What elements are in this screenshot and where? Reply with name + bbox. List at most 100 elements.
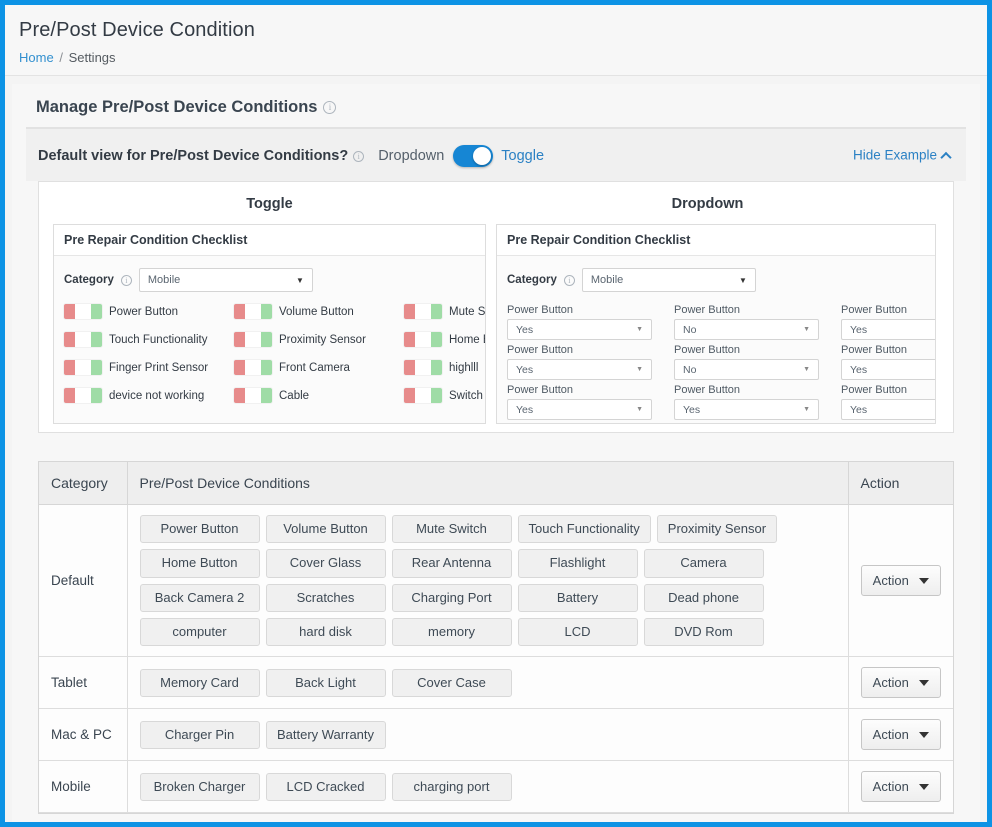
toggle-item-label: Front Camera bbox=[279, 361, 350, 374]
toggle-knob bbox=[245, 360, 261, 375]
condition-chip[interactable]: Volume Button bbox=[265, 515, 386, 544]
toggle-preview-card: Pre Repair Condition Checklist Category … bbox=[53, 224, 486, 424]
toggle-item-label: Cable bbox=[279, 389, 310, 402]
table-head: Category Pre/Post Device Conditions Acti… bbox=[39, 462, 953, 505]
condition-chip[interactable]: Back Light bbox=[265, 668, 386, 697]
dropdown-category-select[interactable]: Mobile ▼ bbox=[581, 268, 756, 292]
condition-chip[interactable]: Broken Charger bbox=[139, 772, 260, 801]
dropdown-field: Power Button Yes ▼ bbox=[507, 304, 652, 340]
toggle-item[interactable]: Front Camera bbox=[234, 360, 404, 375]
condition-chip[interactable]: Mute Switch bbox=[391, 515, 512, 544]
condition-toggle-switch[interactable] bbox=[234, 360, 272, 375]
dropdown-field: Power Button Yes ▼ bbox=[507, 384, 652, 420]
condition-chip[interactable]: Charger Pin bbox=[139, 720, 260, 749]
condition-chip[interactable]: Back Camera 2 bbox=[139, 583, 260, 612]
condition-toggle-switch[interactable] bbox=[234, 388, 272, 403]
action-dropdown-button[interactable]: Action bbox=[860, 667, 941, 699]
toggle-item[interactable]: Proximity Sensor bbox=[234, 332, 404, 347]
condition-chip[interactable]: LCD Cracked bbox=[265, 772, 386, 801]
toggle-knob bbox=[415, 332, 431, 347]
dropdown-field-select[interactable]: Yes▼ bbox=[841, 319, 935, 340]
condition-chip[interactable]: memory bbox=[391, 617, 512, 647]
toggle-category-select[interactable]: Mobile ▼ bbox=[138, 268, 313, 292]
toggle-item[interactable]: Touch Functionality bbox=[64, 332, 234, 347]
condition-toggle-switch[interactable] bbox=[404, 304, 442, 319]
dropdown-field-select[interactable]: Yes▼ bbox=[507, 359, 652, 380]
toggle-item[interactable]: highlll bbox=[404, 360, 485, 375]
condition-toggle-switch[interactable] bbox=[64, 360, 102, 375]
toggle-category-info-icon[interactable]: i bbox=[120, 274, 132, 286]
action-dropdown-button[interactable]: Action bbox=[860, 719, 941, 751]
dropdown-field-select[interactable]: No ▼ bbox=[674, 359, 819, 380]
condition-chip[interactable]: computer bbox=[139, 617, 260, 647]
condition-chip[interactable]: Proximity Sensor bbox=[656, 515, 778, 544]
condition-chip[interactable]: Charging Port bbox=[391, 583, 512, 612]
condition-chip[interactable]: Touch Functionality bbox=[517, 515, 651, 544]
default-view-info-icon[interactable]: i bbox=[353, 150, 365, 162]
condition-toggle-switch[interactable] bbox=[64, 304, 102, 319]
action-dropdown-button[interactable]: Action bbox=[860, 771, 941, 803]
action-button-label: Action bbox=[872, 573, 909, 589]
condition-chip[interactable]: Cover Case bbox=[391, 668, 512, 697]
default-view-label: Default view for Pre/Post Device Conditi… bbox=[38, 148, 349, 164]
condition-chip[interactable]: Scratches bbox=[265, 583, 386, 612]
column-header-conditions: Pre/Post Device Conditions bbox=[127, 462, 849, 505]
default-view-toggle-switch[interactable] bbox=[453, 145, 494, 167]
condition-chip[interactable]: Cover Glass bbox=[265, 549, 386, 578]
manage-conditions-card: Manage Pre/Post Device Conditions i Defa… bbox=[12, 84, 980, 822]
toggle-item[interactable]: Power Button bbox=[64, 304, 234, 319]
condition-chip[interactable]: Flashlight bbox=[517, 549, 638, 578]
condition-chip[interactable]: Memory Card bbox=[139, 668, 260, 697]
condition-chip[interactable]: Dead phone bbox=[643, 583, 764, 612]
dropdown-field-select[interactable]: Yes▼ bbox=[507, 319, 652, 340]
condition-chip[interactable]: hard disk bbox=[265, 617, 386, 647]
dropdown-field-select[interactable]: Yes▼ bbox=[674, 399, 819, 420]
toggle-on-segment bbox=[261, 388, 272, 403]
toggle-item[interactable]: Cable bbox=[234, 388, 404, 403]
condition-toggle-switch[interactable] bbox=[404, 332, 442, 347]
chevron-up-icon bbox=[940, 151, 952, 163]
condition-toggle-switch[interactable] bbox=[404, 388, 442, 403]
info-icon[interactable]: i bbox=[323, 101, 337, 114]
action-dropdown-button[interactable]: Action bbox=[860, 565, 941, 597]
dropdown-field-select[interactable]: Yes▼ bbox=[841, 399, 935, 420]
condition-toggle-switch[interactable] bbox=[234, 304, 272, 319]
condition-chip[interactable]: charging port bbox=[391, 772, 512, 801]
toggle-item[interactable]: device not working bbox=[64, 388, 234, 403]
condition-chip[interactable]: Home Button bbox=[139, 549, 260, 578]
dropdown-category-value: Mobile bbox=[590, 274, 624, 286]
cell-conditions: Charger Pin Battery Warranty bbox=[127, 708, 849, 762]
condition-chip[interactable]: Camera bbox=[643, 549, 764, 578]
toggle-item[interactable]: Volume Button bbox=[234, 304, 404, 319]
breadcrumb-home-link[interactable]: Home bbox=[19, 50, 54, 65]
condition-toggle-switch[interactable] bbox=[404, 360, 442, 375]
dropdown-field-value: Yes bbox=[683, 403, 701, 416]
toggle-item[interactable]: Mute Switch bbox=[404, 304, 485, 319]
condition-toggle-switch[interactable] bbox=[64, 332, 102, 347]
condition-chip[interactable]: Power Button bbox=[139, 515, 260, 544]
toggle-item[interactable]: Finger Print Sensor bbox=[64, 360, 234, 375]
condition-chip[interactable]: DVD Rom bbox=[643, 617, 764, 647]
hide-example-label: Hide Example bbox=[852, 147, 937, 163]
condition-chip[interactable]: LCD bbox=[517, 617, 638, 647]
condition-toggle-switch[interactable] bbox=[64, 388, 102, 403]
dropdown-field-select[interactable]: No ▼ bbox=[674, 319, 819, 340]
toggle-item[interactable]: Home Button bbox=[404, 332, 485, 347]
table-row: Default Power Button Volume Button Mute Swi… bbox=[39, 504, 953, 658]
dropdown-field-label: Power Button bbox=[507, 384, 574, 396]
dropdown-field-select[interactable]: Yes▼ bbox=[841, 359, 935, 380]
dropdown-category-info-icon[interactable]: i bbox=[563, 274, 575, 286]
hide-example-link[interactable]: Hide Example bbox=[852, 147, 952, 163]
dropdown-field-select[interactable]: Yes▼ bbox=[507, 399, 652, 420]
default-view-option-toggle[interactable]: Toggle bbox=[501, 148, 544, 164]
condition-toggle-switch[interactable] bbox=[234, 332, 272, 347]
breadcrumb-current: Settings bbox=[68, 50, 116, 65]
toggle-knob bbox=[415, 388, 431, 403]
toggle-on-segment bbox=[431, 388, 442, 403]
chevron-down-icon: ▼ bbox=[636, 366, 643, 373]
condition-chip[interactable]: Battery bbox=[517, 583, 638, 612]
condition-chip[interactable]: Battery Warranty bbox=[265, 720, 386, 749]
default-view-option-dropdown[interactable]: Dropdown bbox=[378, 148, 444, 164]
condition-chip[interactable]: Rear Antenna bbox=[391, 549, 512, 578]
toggle-item[interactable]: Switch bbox=[404, 388, 485, 403]
